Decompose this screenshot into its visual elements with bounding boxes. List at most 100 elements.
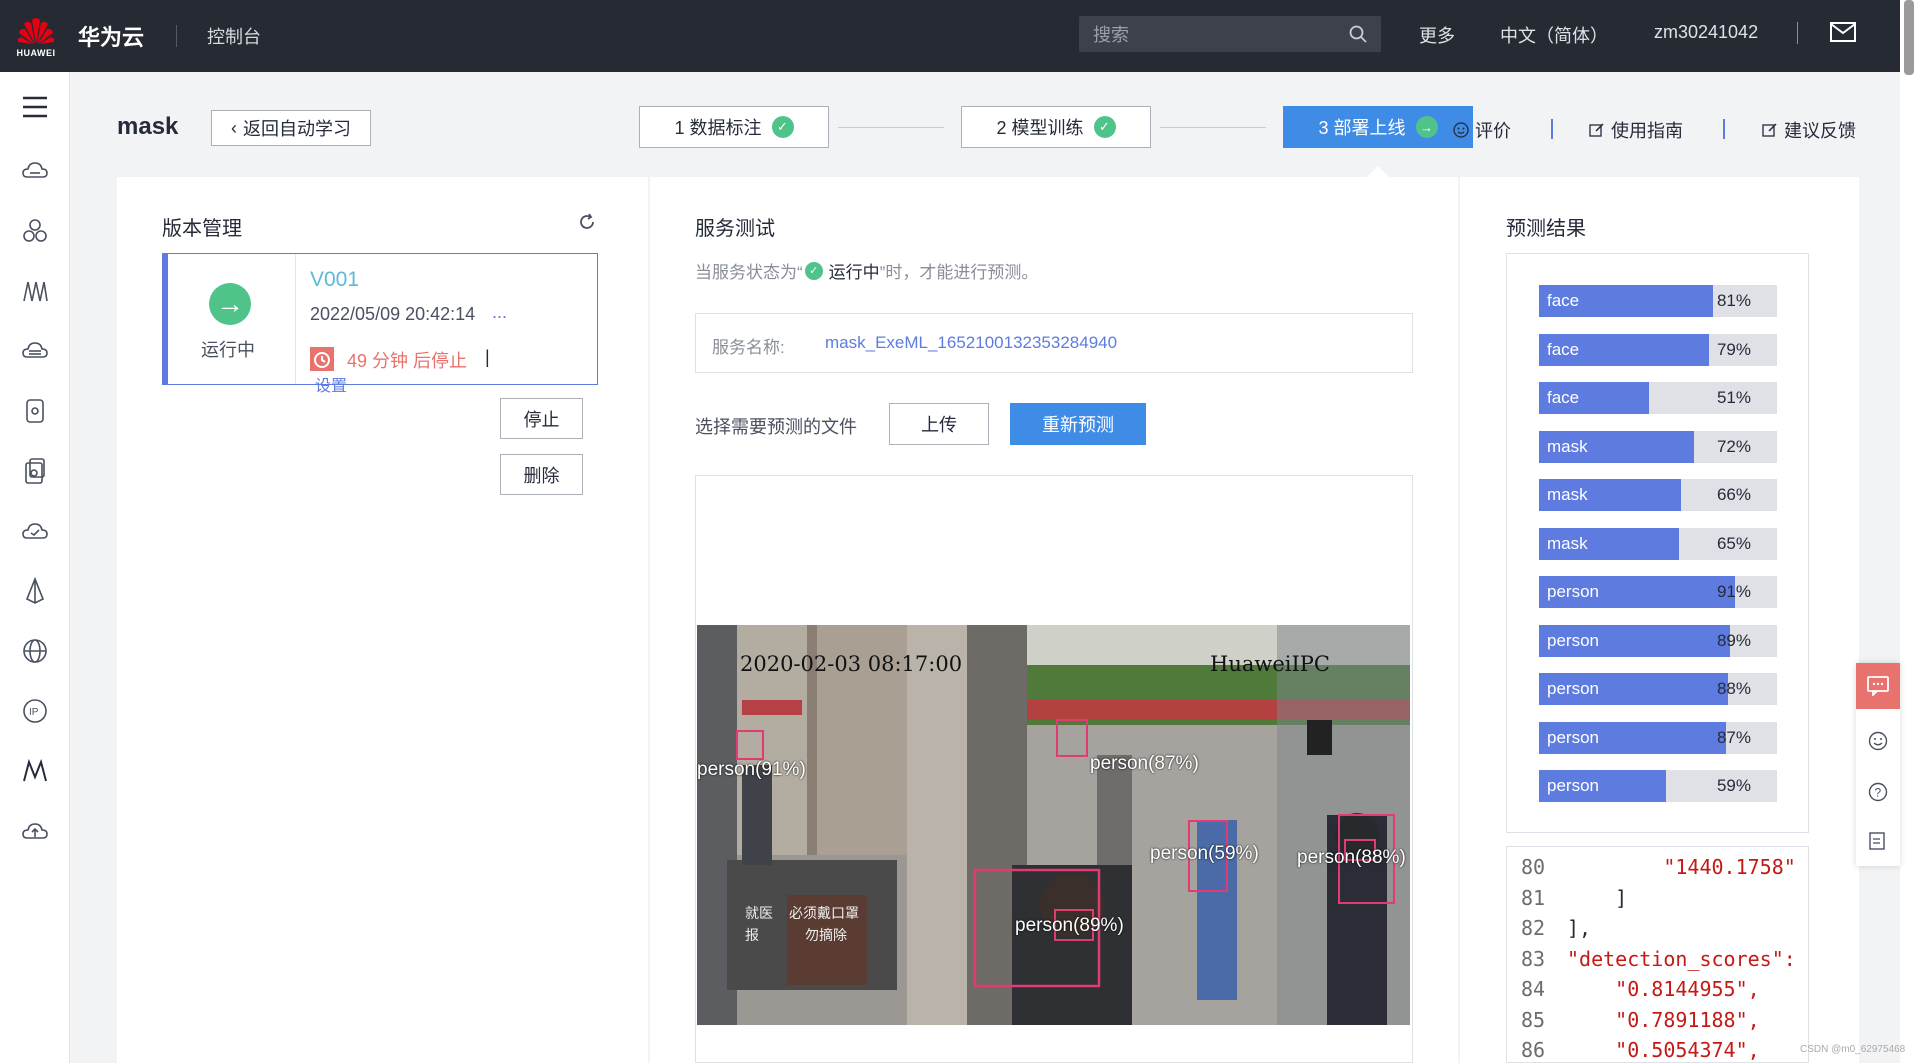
result-percent: 65% xyxy=(1716,533,1751,553)
search-input[interactable]: 搜索 xyxy=(1079,16,1381,52)
hint-status: 运行中 xyxy=(828,263,880,282)
more-menu[interactable]: 更多 xyxy=(1419,22,1455,48)
delete-button[interactable]: 删除 xyxy=(500,454,583,495)
code-line: 85 "0.7891188", xyxy=(1507,1007,1808,1038)
code-text: "1440.1758" xyxy=(1567,855,1796,879)
modelarts-icon[interactable] xyxy=(20,756,50,786)
cloud-server-icon[interactable] xyxy=(20,156,50,186)
step-data-labeling[interactable]: 1 数据标注 ✓ xyxy=(639,106,829,148)
code-text: ] xyxy=(1567,885,1628,910)
cluster-icon[interactable] xyxy=(20,216,50,246)
ip-icon[interactable]: IP xyxy=(20,696,50,726)
results-bar-list: face 81% face 79% face 51% mask 72% mask 66% mask 6… xyxy=(1506,253,1809,833)
sign-text: 必须戴口罩 xyxy=(789,905,859,921)
refresh-icon[interactable] xyxy=(578,213,596,231)
stop-button[interactable]: 停止 xyxy=(500,398,583,439)
camera-scene xyxy=(697,625,1410,1025)
left-sidebar: IP xyxy=(0,72,70,1063)
chevron-left-icon: ‹ xyxy=(231,117,237,138)
huawei-logo[interactable]: HUAWEI xyxy=(0,0,72,72)
result-percent: 88% xyxy=(1716,679,1751,698)
backup-icon[interactable] xyxy=(20,456,50,486)
cloud-upload-icon[interactable] xyxy=(20,816,50,846)
disk-icon[interactable] xyxy=(20,396,50,426)
settings-link[interactable]: 设置 xyxy=(315,372,347,396)
divider xyxy=(1723,119,1725,139)
check-circle-icon: ✓ xyxy=(771,116,794,138)
mail-icon[interactable] xyxy=(1830,22,1856,42)
code-line: 86 "0.5054374", xyxy=(1507,1038,1808,1062)
line-number: 85 xyxy=(1521,1007,1546,1032)
results-panel-title: 预测结果 xyxy=(1506,218,1586,240)
check-circle-icon: ✓ xyxy=(1093,116,1116,138)
back-button[interactable]: ‹ 返回自动学习 xyxy=(211,110,371,146)
note-icon[interactable] xyxy=(1868,831,1888,851)
results-json-viewer[interactable]: 80 "1440.1758" 81 ] 82], 83 "detection_score… xyxy=(1506,846,1809,1063)
chat-button[interactable] xyxy=(1856,663,1900,709)
version-time: 2022/05/09 20:42:14 xyxy=(310,304,476,324)
detection-label: person(88%) xyxy=(1297,847,1406,868)
globe-icon[interactable] xyxy=(20,636,50,666)
edit-icon xyxy=(1589,123,1604,137)
line-number: 84 xyxy=(1521,977,1546,1001)
huawei-flower-icon xyxy=(17,18,55,44)
line-number: 82 xyxy=(1521,916,1546,940)
line-number: 80 xyxy=(1521,855,1546,879)
step-label: 1 数据标注 xyxy=(674,118,762,138)
code-text: "0.7891188", xyxy=(1567,1007,1760,1032)
result-label: person xyxy=(1547,679,1599,698)
cloud-check-icon[interactable] xyxy=(20,516,50,546)
version-card[interactable]: → 运行中 V001 2022/05/09 20:42:14 ... 49 分钟… xyxy=(162,253,598,395)
page-title: mask xyxy=(117,113,179,140)
language-menu[interactable]: 中文（简体） xyxy=(1500,22,1608,48)
line-number: 81 xyxy=(1521,885,1546,910)
guide-link[interactable]: 使用指南 xyxy=(1589,117,1683,143)
step-label: 2 模型训练 xyxy=(996,118,1084,138)
service-name-value[interactable]: mask_ExeML_1652100132353284940 xyxy=(825,333,1117,353)
brand-name[interactable]: 华为云 xyxy=(78,20,144,52)
result-percent: 81% xyxy=(1716,291,1751,310)
result-bar: mask 72% xyxy=(1539,430,1777,463)
repredict-button[interactable]: 重新预测 xyxy=(1010,403,1146,445)
upload-button[interactable]: 上传 xyxy=(889,403,989,445)
menu-icon[interactable] xyxy=(20,92,50,122)
storage-cloud-icon[interactable] xyxy=(20,336,50,366)
result-label: person xyxy=(1547,630,1599,650)
code-line: 84 "0.8144955", xyxy=(1507,977,1808,1007)
result-label: mask xyxy=(1547,485,1588,504)
hint-prefix: 当服务状态为“ xyxy=(695,263,803,282)
step-deploy[interactable]: 3 部署上线 → xyxy=(1283,106,1473,148)
result-percent: 87% xyxy=(1716,727,1751,747)
page-scrollbar-thumb[interactable] xyxy=(1904,0,1914,75)
evaluate-label: 评价 xyxy=(1475,121,1511,141)
result-bar: face 81% xyxy=(1539,285,1777,317)
check-circle-icon: ✓ xyxy=(804,261,823,280)
search-icon[interactable] xyxy=(1349,25,1367,43)
result-percent: 51% xyxy=(1716,388,1751,407)
user-menu[interactable]: zm30241042 xyxy=(1654,22,1758,43)
network-icon[interactable] xyxy=(20,276,50,306)
cdn-icon[interactable] xyxy=(20,576,50,606)
code-text: "0.8144955", xyxy=(1567,977,1760,1001)
evaluate-link[interactable]: 评价 xyxy=(1453,117,1511,143)
feedback-link[interactable]: 建议反馈 xyxy=(1762,117,1856,143)
feedback-label: 建议反馈 xyxy=(1784,121,1856,141)
step-label: 3 部署上线 xyxy=(1318,118,1406,138)
result-bar: mask 66% xyxy=(1539,479,1777,511)
result-bar: mask 65% xyxy=(1539,527,1777,560)
divider xyxy=(1551,119,1553,139)
line-number: 86 xyxy=(1521,1038,1546,1062)
version-name[interactable]: V001 xyxy=(310,268,359,292)
help-icon[interactable]: ? xyxy=(1868,782,1888,802)
step-model-training[interactable]: 2 模型训练 ✓ xyxy=(961,106,1151,148)
service-name-label: 服务名称: xyxy=(712,338,785,357)
code-text: "detection_scores": xyxy=(1567,946,1796,971)
code-line: 81 ] xyxy=(1507,885,1808,916)
console-link[interactable]: 控制台 xyxy=(207,23,261,49)
version-more[interactable]: ... xyxy=(492,302,507,323)
smile-icon[interactable] xyxy=(1868,731,1888,751)
svg-text:?: ? xyxy=(1875,786,1882,800)
result-percent: 79% xyxy=(1716,339,1751,359)
svg-text:IP: IP xyxy=(29,707,39,718)
divider xyxy=(1797,22,1798,44)
